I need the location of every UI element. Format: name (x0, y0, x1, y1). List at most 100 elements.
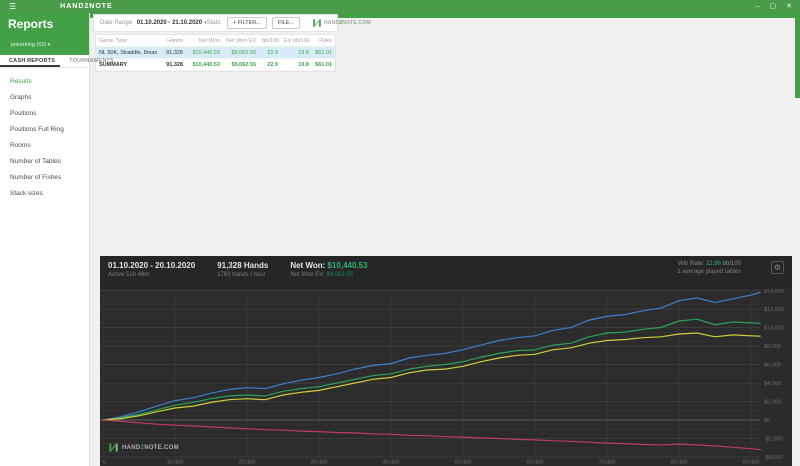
sidebar-item-results[interactable]: Results (0, 73, 89, 89)
chart-hands-block: 91,328 Hands 1763 hands / hour (217, 261, 268, 289)
table-cell: $61.01 (315, 61, 332, 68)
brand-text: HAND2NOTE.COM (324, 20, 371, 26)
axis-tick-label: 20,000 (239, 460, 256, 466)
watermark-text: HAND2NOTE.COM (122, 444, 179, 451)
sidebar-item-rooms[interactable]: Rooms (0, 137, 89, 153)
chevron-down-icon: ▾ (47, 42, 51, 48)
hand2note-logo-icon (109, 443, 118, 452)
axis-tick-label: $2,000 (764, 400, 781, 406)
table-cell: $10,440.53 (192, 49, 220, 56)
sidebar-items: Results Graphs Positions Positions Full Rin… (0, 68, 89, 201)
tab-cash-reports[interactable]: CASH REPORTS (0, 55, 61, 67)
account-selector[interactable]: pokerking (62) ▾ (11, 42, 50, 48)
chart-hands-per-hour: 1763 hands / hour (217, 272, 266, 278)
filter-button[interactable]: + FILTER... (226, 17, 267, 29)
table-cell: $9,062.55 (231, 49, 256, 56)
sidebar-item-graphs[interactable]: Graphs (0, 89, 89, 105)
table-cell: $10,440.53 (192, 61, 220, 68)
win-rate-label: Win Rate: (677, 261, 705, 267)
chart-date-block: 01.10.2020 - 20.10.2020 Active 51h 48m (108, 261, 195, 289)
hand2note-brand: HAND2NOTE.COM (312, 18, 371, 28)
chart-settings-button[interactable]: ⚙ (771, 261, 784, 274)
chart-netwon-block: Net Won: $10,440.53 Net Won EV: $9,062.5… (290, 261, 367, 289)
table-cell: 22.9 (267, 49, 278, 56)
table-cell: 19.8 (298, 61, 309, 68)
axis-tick-label: 10,000 (167, 460, 184, 466)
table-header-row: Game Type Hands Net Won Net Won EV bb/100 EV … (96, 35, 335, 47)
axis-tick-label: 30,000 (311, 460, 328, 466)
menu-icon[interactable]: ☰ (9, 0, 16, 13)
minimize-icon[interactable]: – (756, 0, 760, 13)
sidebar-item-stack-sizes[interactable]: Stack sizes (0, 185, 89, 201)
table-cell: $9,062.55 (231, 61, 256, 68)
net-won-ev-value: $9,062.55 (326, 272, 354, 278)
window-titlebar: ☰ HAND2NOTE – ▢ ✕ (0, 0, 800, 13)
axis-tick-label: $8,000 (764, 344, 781, 350)
axis-tick-label: 70,000 (599, 460, 616, 466)
axis-tick-label: 60,000 (527, 460, 544, 466)
maximize-icon[interactable]: ▢ (770, 0, 777, 13)
chart-hands: 91,328 Hands (217, 261, 269, 270)
column-header[interactable]: Hands (157, 38, 186, 44)
axis-tick-label: $14,000 (764, 289, 784, 295)
gear-icon: ⚙ (773, 262, 782, 272)
toolbar: Date Range: 01.10.2020 - 21.10.2020 ▾ St… (93, 14, 371, 32)
axis-tick-label: 50,000 (455, 460, 472, 466)
tab-tournaments[interactable]: TOURNAMENTS (60, 55, 119, 67)
chart-watermark: HAND2NOTE.COM (108, 442, 179, 453)
sidebar-item-positions-full-ring[interactable]: Positions Full Ring (0, 121, 89, 137)
axis-tick-label: 90,000 (743, 460, 760, 466)
axis-tick-label: $12,000 (764, 307, 784, 313)
column-header[interactable]: bb/100 (259, 38, 281, 44)
column-header[interactable]: Net Won EV (223, 38, 259, 44)
table-row[interactable]: NL 50K, Straddle, 8max 91,328 $10,440.53 $9… (96, 47, 335, 59)
table-cell: 19.8 (298, 49, 309, 56)
chart-date-range: 01.10.2020 - 20.10.2020 (108, 261, 196, 270)
axis-tick-label: $10,000 (764, 326, 784, 332)
axis-tick-label: 80,000 (671, 460, 688, 466)
table-cell: $61.01 (315, 49, 332, 56)
avg-tables: 1 average played tables (677, 269, 741, 275)
axis-tick-label: 0 (103, 460, 106, 466)
sidebar-tabs: CASH REPORTS TOURNAMENTS (0, 55, 114, 68)
hand2note-logo-icon (313, 19, 321, 27)
stats-label: Stats: (206, 20, 222, 26)
table-cell: 91,328 (166, 61, 183, 68)
chart-active-time: Active 51h 48m (108, 272, 150, 278)
results-table: Game Type Hands Net Won Net Won EV bb/100 EV … (95, 34, 336, 72)
table-row[interactable]: SUMMARY 91,328 $10,440.53 $9,062.55 22.9 19.8… (96, 59, 335, 71)
sidebar-item-positions[interactable]: Positions (0, 105, 89, 121)
account-name: pokerking (62) (11, 42, 47, 48)
sidebar-header: Reports pokerking (62) ▾ (0, 13, 89, 55)
net-won-ev-label: Net Won EV: (290, 272, 325, 278)
axis-tick-label: 40,000 (383, 460, 400, 466)
axis-tick-label: -$2,000 (764, 437, 783, 443)
file-button[interactable]: FILE... (271, 17, 301, 29)
sidebar-item-number-of-tables[interactable]: Number of Tables (0, 153, 89, 169)
net-won-label: Net Won: (290, 261, 326, 270)
net-won-chart: $14,000 $12,000 $10,000 $8,000 $6,000 $4,000 $… (100, 256, 792, 466)
green-right-edge (795, 13, 800, 98)
axis-tick-label: $0 (764, 418, 770, 424)
page-title: Reports (8, 17, 54, 31)
column-header[interactable]: Game Type (96, 38, 157, 44)
table-cell: 91,328 (166, 49, 183, 56)
win-rate-unit: bb/100 (722, 261, 741, 267)
column-header[interactable]: Rake (312, 38, 335, 44)
axis-tick-label: $6,000 (764, 363, 781, 369)
date-range-selector[interactable]: 01.10.2020 - 21.10.2020 (137, 20, 202, 26)
table-body: NL 50K, Straddle, 8max 91,328 $10,440.53 $9… (96, 47, 335, 71)
chart-header: 01.10.2020 - 20.10.2020 Active 51h 48m 9… (100, 256, 792, 289)
window-controls: – ▢ ✕ (756, 0, 792, 13)
column-header[interactable]: EV bb/100 (281, 38, 312, 44)
sidebar-item-number-of-fishes[interactable]: Number of Fishes (0, 169, 89, 185)
column-header[interactable]: Net Won (186, 38, 223, 44)
sidebar: Reports pokerking (62) ▾ CASH REPORTS TOU… (0, 13, 114, 466)
net-won-value: $10,440.53 (327, 261, 368, 270)
date-range-label: Date Range: (100, 20, 134, 26)
app-title: HAND2NOTE (60, 3, 113, 10)
table-cell: 22.9 (267, 61, 278, 68)
chart-winrate-block: Win Rate: 22.86 bb/100 1 average played … (677, 261, 741, 289)
win-rate-value: 22.86 (705, 261, 721, 267)
close-icon[interactable]: ✕ (786, 0, 792, 13)
